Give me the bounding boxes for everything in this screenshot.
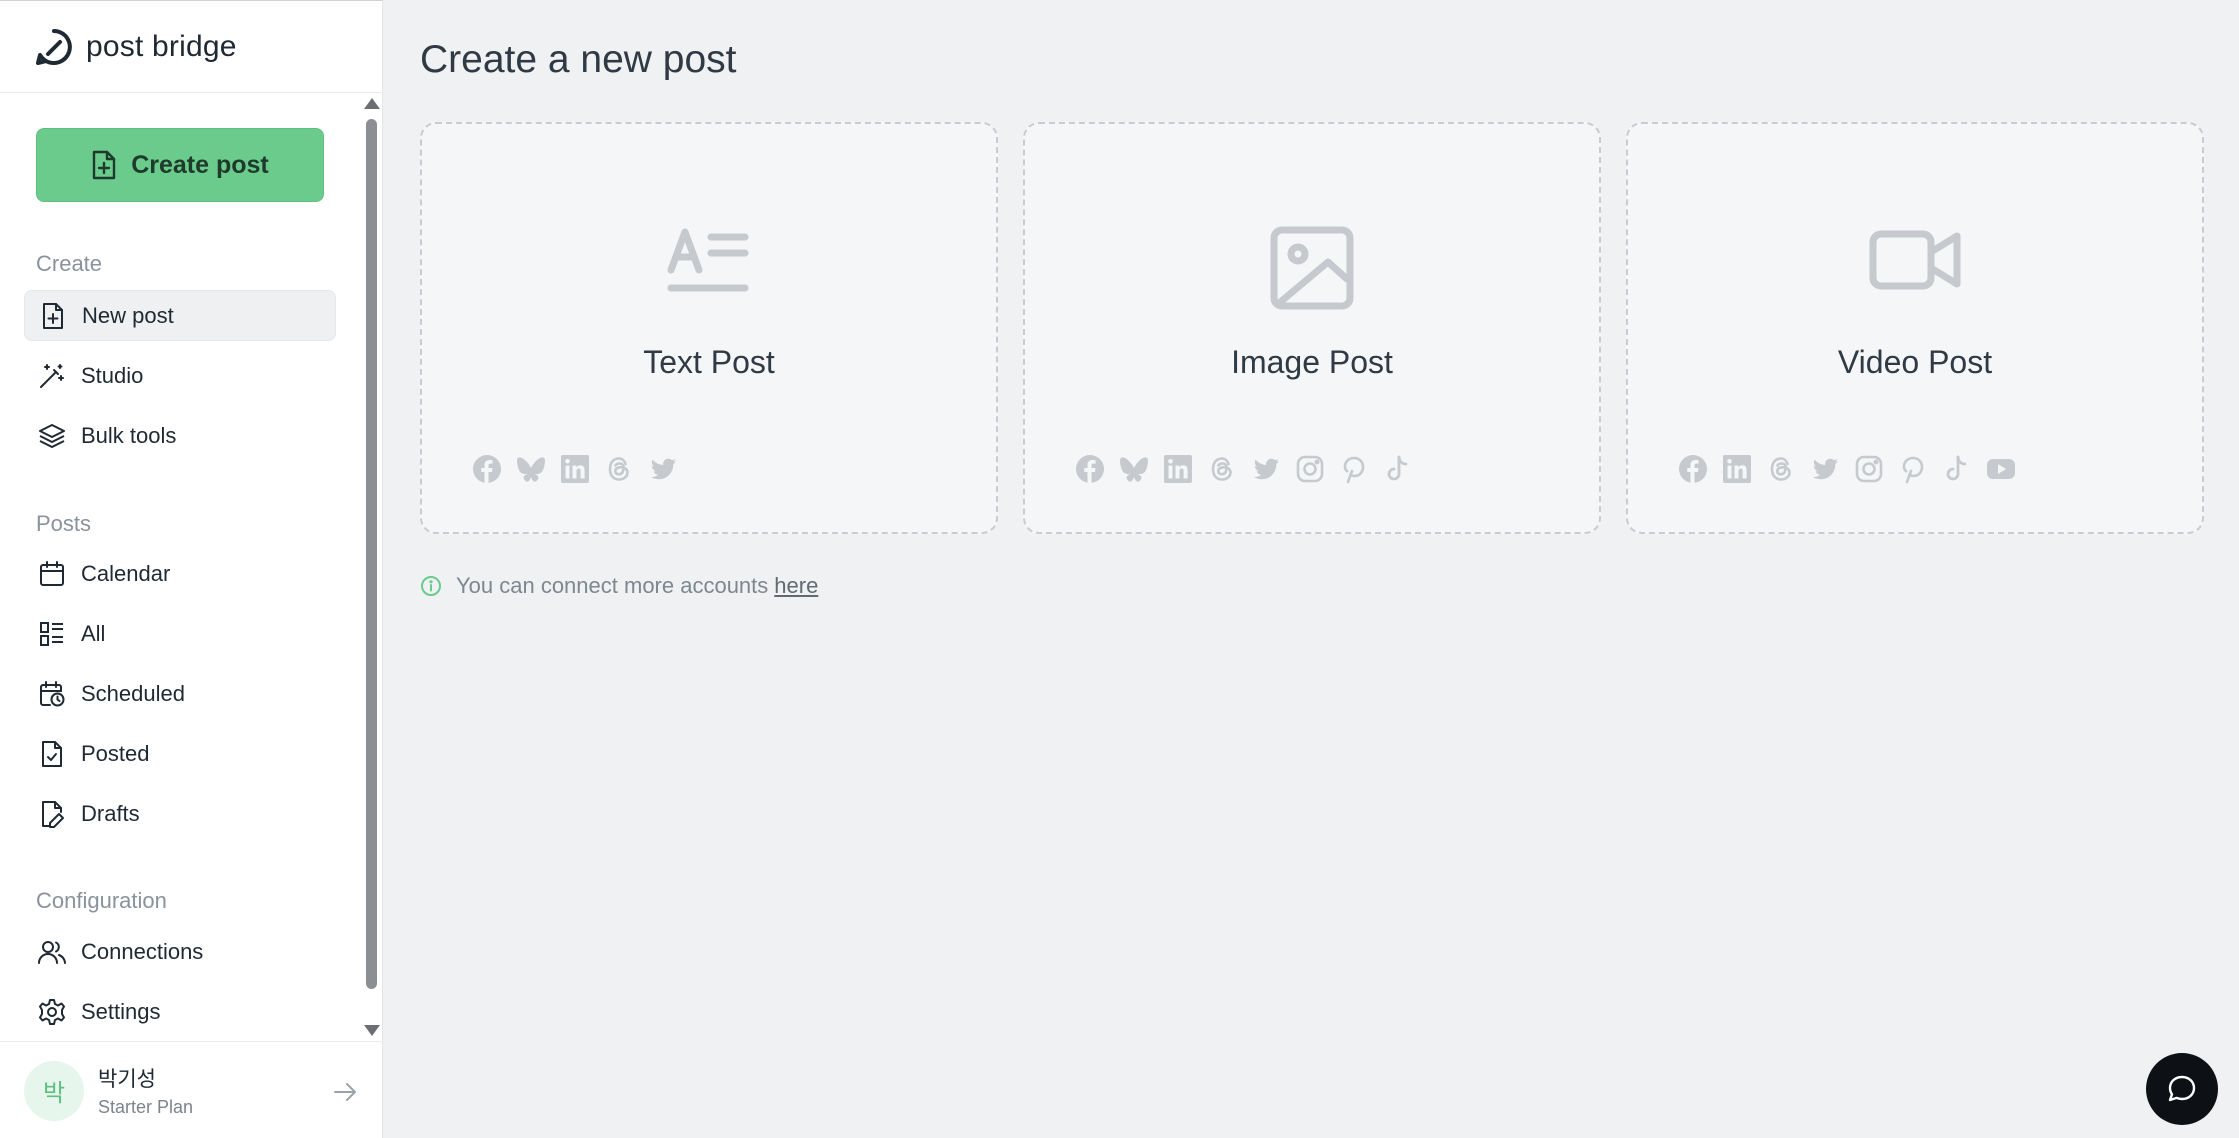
pinterest-icon bbox=[1343, 456, 1365, 484]
sidebar-item-connections[interactable]: Connections bbox=[24, 926, 336, 977]
bluesky-icon bbox=[1120, 457, 1148, 482]
sidebar-item-label: Calendar bbox=[81, 560, 171, 586]
list-icon bbox=[40, 621, 63, 646]
file-plus-icon bbox=[93, 150, 116, 180]
file-plus-icon bbox=[43, 302, 63, 329]
sidebar-item-label: Posted bbox=[81, 740, 150, 766]
sidebar-item-label: New post bbox=[82, 302, 174, 328]
scrollbar-thumb[interactable] bbox=[366, 119, 377, 989]
layers-icon bbox=[39, 423, 65, 448]
card-title: Text Post bbox=[643, 344, 775, 380]
arrow-right-icon[interactable] bbox=[331, 1078, 359, 1106]
video-post-card[interactable]: Video Post bbox=[1626, 122, 2204, 534]
connect-accounts-info: You can connect more accounts here bbox=[420, 573, 818, 599]
sidebar-item-label: Bulk tools bbox=[81, 422, 177, 448]
scroll-up-arrow-icon[interactable] bbox=[364, 98, 380, 109]
sidebar-item-scheduled[interactable]: Scheduled bbox=[24, 668, 336, 719]
instagram-icon bbox=[1855, 455, 1883, 483]
sidebar-item-label: Connections bbox=[81, 938, 204, 964]
sidebar-item-new-post[interactable]: New post bbox=[24, 290, 336, 341]
platform-icons bbox=[472, 454, 678, 484]
sidebar-item-posted[interactable]: Posted bbox=[24, 728, 336, 779]
user-plan: Starter Plan bbox=[98, 1097, 194, 1117]
sidebar-item-label: Scheduled bbox=[81, 680, 185, 706]
post-bridge-logo-icon bbox=[36, 28, 72, 65]
avatar: 박 bbox=[24, 1060, 84, 1121]
card-title: Image Post bbox=[1231, 344, 1393, 380]
sidebar-item-label: Studio bbox=[81, 362, 144, 388]
twitter-icon bbox=[650, 458, 676, 480]
bluesky-icon bbox=[517, 457, 545, 482]
connect-accounts-link[interactable]: here bbox=[774, 573, 818, 599]
sidebar-item-settings[interactable]: Settings bbox=[24, 986, 336, 1037]
linkedin-icon bbox=[1164, 455, 1192, 483]
facebook-icon bbox=[473, 455, 501, 483]
twitter-icon bbox=[1812, 458, 1838, 480]
threads-icon bbox=[1770, 457, 1791, 481]
sidebar-nav: Create post Create New post Studio Bulk … bbox=[0, 94, 370, 1040]
info-icon bbox=[421, 576, 441, 596]
sidebar: post bridge Create post Create New post … bbox=[0, 0, 383, 1138]
tiktok-icon bbox=[1387, 455, 1408, 481]
video-icon bbox=[1869, 230, 1961, 290]
chat-bubble-icon bbox=[2168, 1075, 2196, 1102]
pinterest-icon bbox=[1902, 456, 1924, 484]
section-label-create: Create bbox=[36, 251, 103, 276]
users-icon bbox=[38, 940, 66, 964]
facebook-icon bbox=[1076, 455, 1104, 483]
sidebar-item-bulk-tools[interactable]: Bulk tools bbox=[24, 410, 336, 461]
page-title: Create a new post bbox=[420, 38, 737, 81]
file-edit-icon bbox=[42, 800, 64, 828]
scroll-down-arrow-icon[interactable] bbox=[364, 1025, 380, 1036]
section-label-configuration: Configuration bbox=[36, 888, 167, 913]
sidebar-item-studio[interactable]: Studio bbox=[24, 350, 336, 401]
sidebar-item-label: Settings bbox=[81, 998, 161, 1024]
card-title: Video Post bbox=[1837, 344, 1993, 380]
tiktok-icon bbox=[1946, 455, 1967, 481]
info-text: You can connect more accounts bbox=[456, 573, 769, 598]
sidebar-item-drafts[interactable]: Drafts bbox=[24, 788, 336, 839]
user-name: 박기성 bbox=[98, 1068, 156, 1091]
youtube-icon bbox=[1987, 459, 2015, 479]
file-check-icon bbox=[42, 740, 62, 767]
text-icon bbox=[667, 228, 749, 292]
gear-icon bbox=[39, 998, 65, 1025]
app-name: post bridge bbox=[86, 29, 237, 63]
calendar-icon bbox=[40, 560, 64, 586]
twitter-icon bbox=[1253, 458, 1279, 480]
threads-icon bbox=[608, 457, 629, 481]
linkedin-icon bbox=[561, 455, 589, 483]
sidebar-item-label: All bbox=[81, 620, 106, 646]
platform-icons bbox=[1678, 454, 2016, 484]
user-profile[interactable]: 박 박기성 Starter Plan bbox=[0, 1041, 383, 1138]
section-label-posts: Posts bbox=[36, 511, 92, 536]
threads-icon bbox=[1211, 457, 1232, 481]
calendar-clock-icon bbox=[40, 680, 65, 706]
platform-icons bbox=[1075, 454, 1413, 484]
image-icon bbox=[1270, 226, 1354, 310]
sidebar-item-label: Drafts bbox=[81, 800, 140, 826]
create-post-label: Create post bbox=[131, 150, 269, 179]
logo[interactable]: post bridge bbox=[0, 1, 382, 93]
create-post-button[interactable]: Create post bbox=[36, 128, 324, 202]
facebook-icon bbox=[1679, 455, 1707, 483]
magic-wand-icon bbox=[40, 363, 64, 388]
sidebar-item-all[interactable]: All bbox=[24, 608, 336, 659]
text-post-card[interactable]: Text Post bbox=[420, 122, 998, 534]
sidebar-item-calendar[interactable]: Calendar bbox=[24, 548, 336, 599]
image-post-card[interactable]: Image Post bbox=[1023, 122, 1601, 534]
linkedin-icon bbox=[1723, 455, 1751, 483]
chat-support-button[interactable] bbox=[2146, 1053, 2218, 1125]
instagram-icon bbox=[1296, 455, 1324, 483]
